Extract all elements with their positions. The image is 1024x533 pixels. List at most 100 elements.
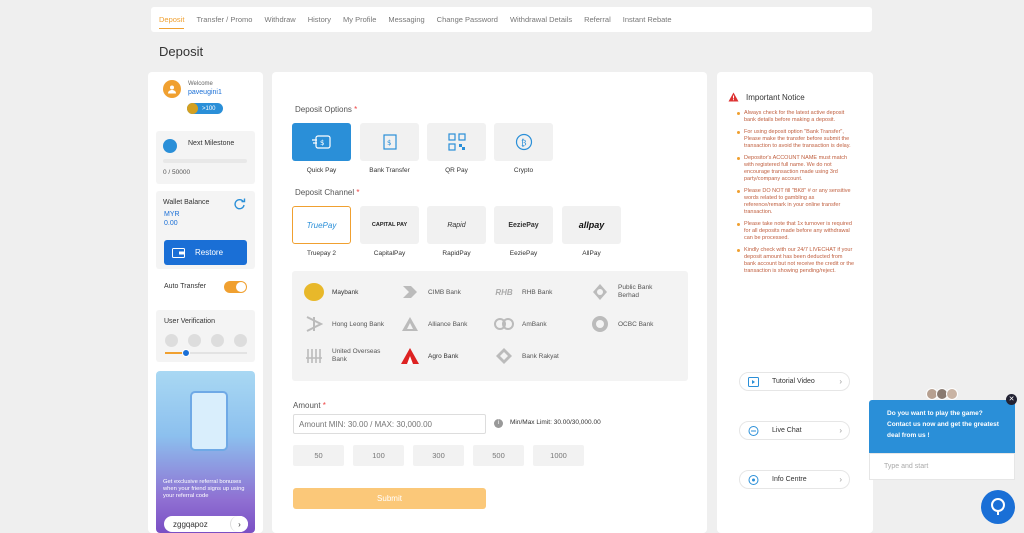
- bank-uob[interactable]: United Overseas Bank: [304, 347, 401, 365]
- wallet-amount: 0.00: [164, 220, 178, 227]
- uob-logo: [304, 347, 324, 365]
- restore-label: Restore: [195, 248, 224, 257]
- live-chat-button[interactable]: Live Chat ›: [739, 421, 850, 440]
- option-bank-transfer-label: Bank Transfer: [369, 167, 410, 174]
- milestone-progress: [163, 159, 247, 163]
- notice-header: Important Notice: [728, 92, 805, 102]
- tab-transfer-promo[interactable]: Transfer / Promo: [196, 7, 252, 32]
- referral-code: zggqapoz: [173, 519, 208, 529]
- amount-label: Amount *: [293, 401, 326, 410]
- chat-input[interactable]: Type and start: [869, 453, 1015, 480]
- channel-capitalpay[interactable]: CAPITAL PAY: [360, 206, 419, 244]
- rhb-logo: RHB: [495, 287, 513, 297]
- tab-withdrawal-details[interactable]: Withdrawal Details: [510, 7, 572, 32]
- channel-truepay2[interactable]: TruePay: [292, 206, 351, 244]
- option-crypto-label: Crypto: [513, 167, 534, 174]
- qr-code-icon: [447, 133, 466, 151]
- option-crypto[interactable]: ₿: [494, 123, 553, 161]
- info-icon: i: [494, 419, 503, 428]
- chat-icon: [748, 425, 759, 436]
- wallet-label: Wallet Balance: [163, 199, 210, 206]
- amount-limit: Min/Max Limit: 30.00/30,000.00: [510, 419, 601, 426]
- wallet-icon: [172, 248, 185, 258]
- quick-amount-100[interactable]: 100: [353, 445, 404, 466]
- amount-input[interactable]: [293, 414, 486, 434]
- bank-rhb[interactable]: RHB RHB Bank: [494, 283, 591, 301]
- notice-item: For using deposit option "Bank Transfer"…: [737, 129, 855, 150]
- eeziepay-logo: EeziePay: [508, 221, 539, 229]
- info-centre-button[interactable]: Info Centre ›: [739, 470, 850, 489]
- tab-history[interactable]: History: [308, 7, 331, 32]
- referral-code-field[interactable]: zggqapoz ›: [164, 516, 248, 532]
- quick-amount-300[interactable]: 300: [413, 445, 464, 466]
- email-verify-icon: [188, 334, 201, 347]
- channel-rapidpay[interactable]: Rapid: [427, 206, 486, 244]
- bank-maybank[interactable]: Maybank: [304, 283, 401, 301]
- tutorial-video-button[interactable]: Tutorial Video ›: [739, 372, 850, 391]
- tab-withdraw[interactable]: Withdraw: [264, 7, 295, 32]
- bank-ambank[interactable]: AmBank: [494, 315, 591, 333]
- quick-amount-1000[interactable]: 1000: [533, 445, 584, 466]
- chevron-right-icon[interactable]: ›: [230, 516, 248, 532]
- ambank-logo: [494, 315, 514, 333]
- option-bank-transfer[interactable]: $: [360, 123, 419, 161]
- id-verify-icon: [211, 334, 224, 347]
- tab-deposit[interactable]: Deposit: [159, 7, 185, 32]
- avatar: [163, 80, 181, 98]
- rapidpay-logo: Rapid: [447, 221, 466, 229]
- restore-button[interactable]: Restore: [164, 240, 247, 265]
- quick-amount-500[interactable]: 500: [473, 445, 524, 466]
- hong-leong-logo: [304, 315, 324, 333]
- bank-ocbc[interactable]: OCBC Bank: [590, 315, 687, 333]
- auto-transfer-toggle[interactable]: [224, 281, 247, 293]
- channel-allpay[interactable]: allpay: [562, 206, 621, 244]
- tab-referral[interactable]: Referral: [584, 7, 611, 32]
- channel-truepay2-label: Truepay 2: [306, 250, 337, 257]
- bank-hong-leong[interactable]: Hong Leong Bank: [304, 315, 401, 333]
- chat-message: Do you want to play the game? Contact us…: [887, 410, 999, 439]
- top-nav: Deposit Transfer / Promo Withdraw Histor…: [151, 7, 872, 32]
- notice-item: Always check for the latest active depos…: [737, 110, 855, 124]
- user-icon: [168, 85, 176, 94]
- tab-my-profile[interactable]: My Profile: [343, 7, 376, 32]
- coin-icon: [187, 103, 198, 114]
- phone-illustration: [190, 391, 228, 451]
- tab-change-password[interactable]: Change Password: [437, 7, 498, 32]
- chevron-right-icon: ›: [839, 377, 842, 386]
- auto-transfer-label: Auto Transfer: [164, 283, 207, 290]
- points-value: >100: [202, 105, 216, 112]
- chat-launcher-button[interactable]: [981, 490, 1015, 524]
- quick-pay-icon: $: [311, 135, 331, 149]
- option-qr-pay-label: QR Pay: [445, 167, 468, 174]
- username: paveugini1: [188, 89, 222, 96]
- deposit-form: Deposit Options * $ Quick Pay $ Bank Tra…: [272, 72, 707, 533]
- close-icon[interactable]: ✕: [1006, 394, 1017, 405]
- option-qr-pay[interactable]: [427, 123, 486, 161]
- channel-eeziepay[interactable]: EeziePay: [494, 206, 553, 244]
- refresh-icon[interactable]: [233, 198, 246, 211]
- channel-rapidpay-label: RapidPay: [442, 250, 471, 257]
- agro-bank-logo: [400, 347, 420, 365]
- bank-cimb[interactable]: CIMB Bank: [400, 283, 497, 301]
- bank-alliance[interactable]: Alliance Bank: [400, 315, 497, 333]
- bank-agro[interactable]: Agro Bank: [400, 347, 497, 365]
- channel-eeziepay-label: EeziePay: [509, 250, 538, 257]
- phone-verify-icon: [165, 334, 178, 347]
- bank-rakyat[interactable]: Bank Rakyat: [494, 347, 591, 365]
- warning-icon: [728, 92, 739, 102]
- svg-text:₿: ₿: [521, 138, 527, 148]
- option-quick-pay[interactable]: $: [292, 123, 351, 161]
- agent-avatar: [946, 388, 958, 400]
- public-bank-logo: [590, 283, 610, 301]
- ocbc-logo: [590, 315, 610, 333]
- bank-public-bank[interactable]: Public Bank Berhad: [590, 283, 687, 301]
- page-title: Deposit: [159, 44, 204, 59]
- milestone-label: Next Milestone: [188, 140, 235, 147]
- tab-messaging[interactable]: Messaging: [388, 7, 424, 32]
- verification-box: User Verification: [156, 310, 255, 362]
- tab-instant-rebate[interactable]: Instant Rebate: [623, 7, 672, 32]
- submit-button[interactable]: Submit: [293, 488, 486, 509]
- quick-amount-50[interactable]: 50: [293, 445, 344, 466]
- crypto-icon: ₿: [515, 133, 532, 151]
- video-icon: [748, 376, 759, 387]
